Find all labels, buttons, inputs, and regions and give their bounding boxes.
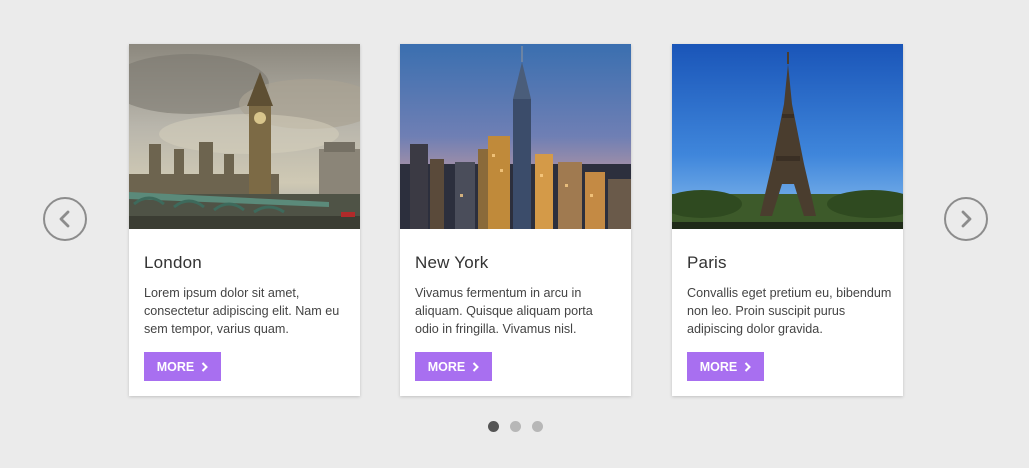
card-title: New York [415, 253, 489, 272]
paris-image [672, 44, 903, 229]
more-button-label: MORE [156, 359, 195, 374]
chevron-left-icon [59, 210, 70, 228]
card-paris: Paris Convallis eget pretium eu, bibendu… [672, 44, 903, 396]
card-description: Lorem ipsum dolor sit amet, consectetur … [144, 286, 340, 336]
card-description: Vivamus fermentum in arcu in aliquam. Qu… [415, 286, 593, 336]
more-button[interactable]: MORE [144, 352, 221, 381]
chevron-right-icon [202, 361, 209, 372]
new-york-image [400, 44, 631, 229]
card-new-york: New York Vivamus fermentum in arcu in al… [400, 44, 631, 396]
card-description: Convallis eget pretium eu, bibendum non … [687, 286, 892, 336]
more-button-label: MORE [427, 359, 466, 374]
pagination-dot-1[interactable] [488, 421, 499, 432]
card-title: Paris [687, 253, 727, 272]
carousel-prev-button[interactable] [43, 197, 87, 241]
chevron-right-icon [961, 210, 972, 228]
carousel-next-button[interactable] [944, 197, 988, 241]
more-button[interactable]: MORE [687, 352, 764, 381]
chevron-right-icon [473, 361, 480, 372]
pagination-dot-3[interactable] [532, 421, 543, 432]
pagination-dot-2[interactable] [510, 421, 521, 432]
more-button-label: MORE [699, 359, 738, 374]
more-button[interactable]: MORE [415, 352, 492, 381]
card-title: London [144, 253, 202, 272]
card-london: London Lorem ipsum dolor sit amet, conse… [129, 44, 360, 396]
carousel-pagination [488, 421, 543, 432]
london-image [129, 44, 360, 229]
chevron-right-icon [745, 361, 752, 372]
